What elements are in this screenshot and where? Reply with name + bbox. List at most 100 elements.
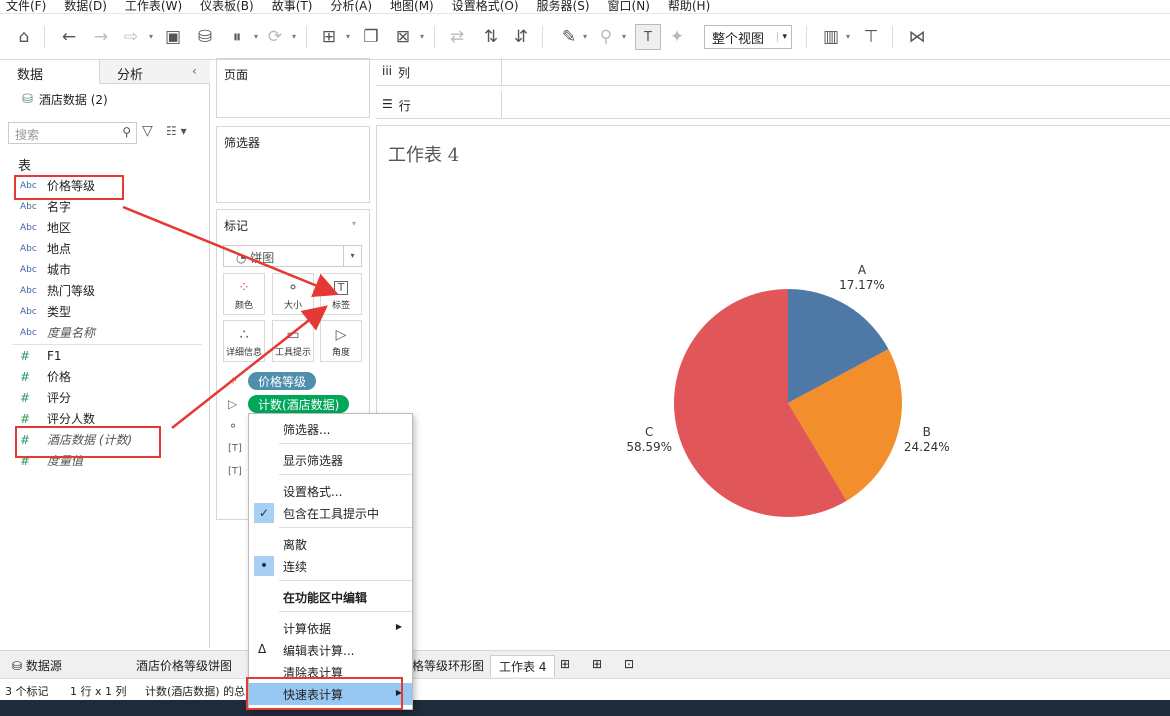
menu-dashboard[interactable]: 仪表板(B) <box>200 0 254 13</box>
refresh-icon[interactable]: ⟳ <box>262 24 288 50</box>
pie-chart[interactable] <box>600 260 980 540</box>
detail-label: 详细信息 <box>225 347 262 358</box>
filters-shelf[interactable]: 筛选器 <box>216 126 370 203</box>
sheet-tab[interactable]: 格等级环形图 <box>404 655 492 677</box>
chevron-down-icon[interactable]: ▾ <box>254 32 258 41</box>
view-select-value: 整个视图 <box>712 31 765 47</box>
sheet-tab-active[interactable]: 工作表 4 <box>490 655 556 677</box>
new-dashboard-icon[interactable]: ⊞ <box>584 655 610 677</box>
menu-item-include-tooltip[interactable]: ✓ 包含在工具提示中 <box>249 502 412 524</box>
redo-icon[interactable]: → <box>88 24 114 50</box>
menu-item-compute-using[interactable]: 计算依据 ▶ <box>249 617 412 639</box>
pill-hotel-count[interactable]: 计数(酒店数据) <box>248 395 350 413</box>
pill-price-level[interactable]: 价格等级 <box>248 372 317 390</box>
field-f1[interactable]: # F1 <box>20 345 62 366</box>
highlight-icon[interactable]: ✎ <box>556 24 582 50</box>
sheet-tab[interactable]: 酒店价格等级饼图 <box>128 655 240 677</box>
menu-format[interactable]: 设置格式(O) <box>452 0 519 13</box>
datasource-item[interactable]: ⛁ 酒店数据 (2) <box>22 91 108 108</box>
pin-icon[interactable]: ✦ <box>664 24 690 50</box>
color-button[interactable]: ⁘ 颜色 <box>223 273 265 315</box>
show-me-icon[interactable]: ▥ <box>818 24 844 50</box>
new-worksheet-icon[interactable]: ⊞ <box>552 655 578 677</box>
field-score[interactable]: # 评分 <box>20 387 71 408</box>
menu-analysis[interactable]: 分析(A) <box>330 0 372 13</box>
field-label: 价格 <box>47 370 72 384</box>
separator <box>892 26 893 48</box>
menu-story[interactable]: 故事(T) <box>272 0 313 13</box>
field-price[interactable]: # 价格 <box>20 366 71 387</box>
chevron-down-icon[interactable]: ▾ <box>420 32 424 41</box>
search-icon[interactable]: ⚲ <box>122 125 131 139</box>
chevron-down-icon[interactable]: ▾ <box>149 32 153 41</box>
menu-file[interactable]: 文件(F) <box>6 0 46 13</box>
menu-help[interactable]: 帮助(H) <box>668 0 710 13</box>
separator <box>279 611 412 612</box>
field-popularity[interactable]: Abc 热门等级 <box>20 280 95 301</box>
datasource-tab[interactable]: ⛁ 数据源 <box>4 655 70 677</box>
field-type[interactable]: Abc 类型 <box>20 301 71 322</box>
tooltip-button[interactable]: ▭ 工具提示 <box>272 320 314 362</box>
chevron-down-icon[interactable]: ▾ <box>292 32 296 41</box>
columns-shelf[interactable]: iii 列 <box>376 58 1170 86</box>
sort-desc-icon[interactable]: ⇵ <box>508 24 534 50</box>
view-select[interactable]: 整个视图 ▾ <box>704 25 792 49</box>
menu-item-edit-table-calc[interactable]: Δ 编辑表计算... <box>249 639 412 661</box>
mark-type-value: 饼图 <box>250 251 275 265</box>
menu-item-format[interactable]: 设置格式... <box>249 480 412 502</box>
pie-label-category: C <box>645 425 654 440</box>
label-button[interactable]: T 标签 <box>320 273 362 315</box>
new-worksheet-icon[interactable]: ⊞ <box>316 24 342 50</box>
new-datasource-icon[interactable]: ⛁ <box>192 24 218 50</box>
mark-type-select[interactable]: ◔ 饼图 ▾ <box>223 245 362 267</box>
save-icon[interactable]: ▣ <box>160 24 186 50</box>
pause-updates-icon[interactable]: ⏸ <box>224 24 250 50</box>
menu-window[interactable]: 窗口(N) <box>608 0 650 13</box>
menu-item-filter[interactable]: 筛选器... <box>249 418 412 440</box>
field-measure-names[interactable]: Abc 度量名称 <box>20 322 95 343</box>
share-icon[interactable]: ⋈ <box>904 24 930 50</box>
sort-asc-icon[interactable]: ⇅ <box>478 24 504 50</box>
chevron-down-icon[interactable]: ▾ <box>622 32 626 41</box>
menu-data[interactable]: 数据(D) <box>64 0 107 13</box>
label-icon[interactable]: T <box>635 24 661 50</box>
angle-button[interactable]: ▷ 角度 <box>320 320 362 362</box>
view-options-icon[interactable]: ☷ ▾ <box>166 124 187 138</box>
home-icon[interactable]: ⌂ <box>11 24 37 50</box>
menu-map[interactable]: 地图(M) <box>390 0 434 13</box>
angle-icon: ▷ <box>228 397 238 411</box>
filter-icon[interactable]: ▽ <box>142 123 153 139</box>
presentation-icon[interactable]: ⊤ <box>858 24 884 50</box>
search-input[interactable]: 搜索 ⚲ <box>8 122 137 144</box>
pages-shelf[interactable]: 页面 <box>216 58 370 118</box>
field-city[interactable]: Abc 城市 <box>20 259 71 280</box>
size-icon: ⚬ <box>287 279 299 296</box>
swap-icon[interactable]: ⇄ <box>444 24 470 50</box>
menu-item-edit-in-shelf[interactable]: 在功能区中编辑 <box>249 586 412 608</box>
clear-sheet-icon[interactable]: ⊠ <box>390 24 416 50</box>
separator <box>279 443 412 444</box>
menu-item-continuous[interactable]: • 连续 <box>249 555 412 577</box>
status-rows-cols: 1 行 x 1 列 <box>70 685 127 698</box>
group-icon[interactable]: ⚲ <box>593 24 619 50</box>
tab-data[interactable]: 数据 <box>0 60 100 84</box>
field-region[interactable]: Abc 地区 <box>20 217 71 238</box>
chevron-down-icon[interactable]: ▾ <box>352 219 356 228</box>
new-story-icon[interactable]: ⊡ <box>616 655 642 677</box>
size-button[interactable]: ⚬ 大小 <box>272 273 314 315</box>
field-location[interactable]: Abc 地点 <box>20 238 71 259</box>
replay-icon[interactable]: ⇨ <box>118 24 144 50</box>
chevron-down-icon[interactable]: ▾ <box>346 32 350 41</box>
menu-server[interactable]: 服务器(S) <box>537 0 590 13</box>
menu-item-show-filter[interactable]: 显示筛选器 <box>249 449 412 471</box>
undo-icon[interactable]: ← <box>56 24 82 50</box>
chevron-down-icon[interactable]: ▾ <box>583 32 587 41</box>
rows-shelf[interactable]: ☰ 行 <box>376 91 1170 119</box>
collapse-icon[interactable]: ‹ <box>192 64 197 78</box>
chevron-right-icon: ▶ <box>395 622 402 631</box>
menu-item-discrete[interactable]: 离散 <box>249 533 412 555</box>
duplicate-icon[interactable]: ❐ <box>358 24 384 50</box>
detail-button[interactable]: ∴ 详细信息 <box>223 320 265 362</box>
menu-worksheet[interactable]: 工作表(W) <box>125 0 182 13</box>
chevron-down-icon[interactable]: ▾ <box>846 32 850 41</box>
